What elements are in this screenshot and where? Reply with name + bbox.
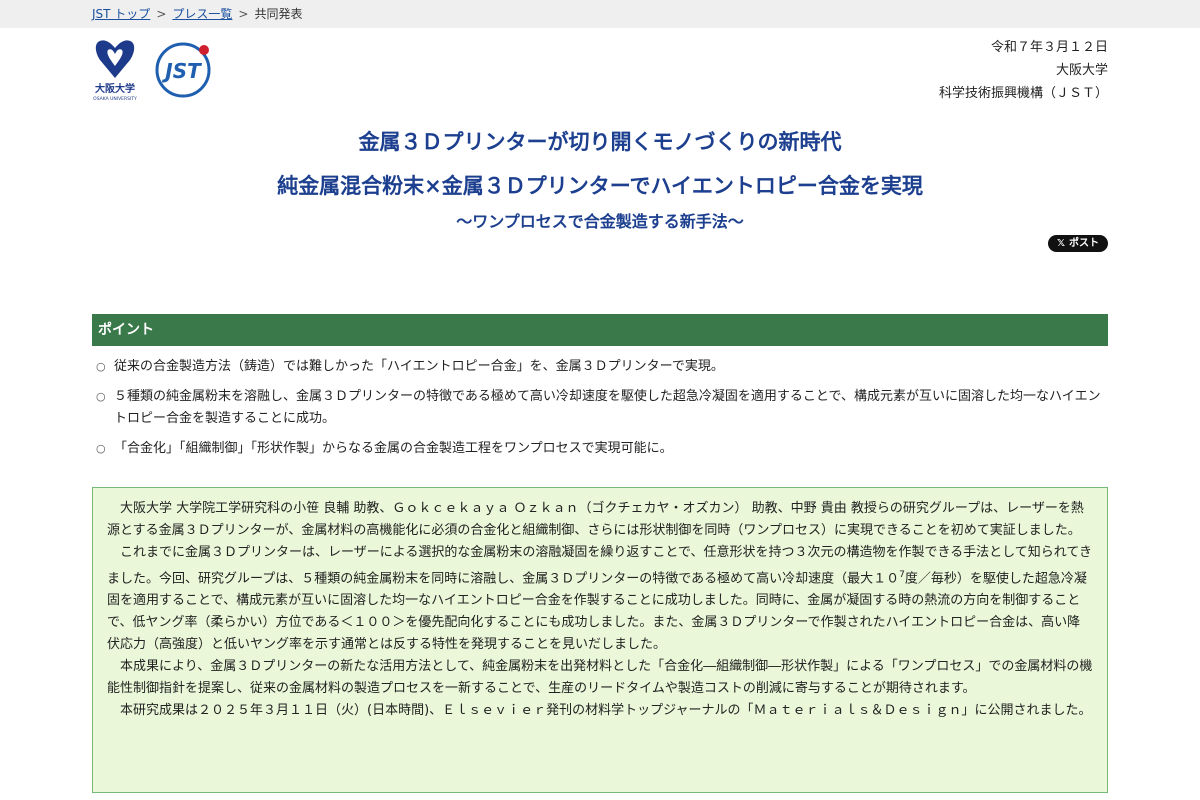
breadcrumb-current: 共同発表 [254, 7, 303, 21]
summary-paragraph: 本研究成果は２０２５年３月１１日（火）(日本時間)、Ｅｌｓｅｖｉｅｒ発刊の材料学… [120, 703, 1092, 719]
list-item: ○ 従来の合金製造方法（鋳造）では難しかった「ハイエントロピー合金」を、金属３Ｄプ… [92, 356, 1108, 378]
x-post-label: ポスト [1069, 238, 1099, 249]
svg-text:JST: JST [161, 59, 202, 83]
summary-box: 大阪大学 大学院工学研究科の小笹 良輔 助教、Ｇｏｋｃｅｋａｙａ Ｏｚｋａｎ（ゴ… [92, 487, 1108, 793]
breadcrumb: JST トップ > プレス一覧 > 共同発表 [92, 5, 302, 22]
list-item: ○ 「合金化」「組織制御」「形状作製」からなる金属の合金製造工程をワンプロセスで実… [92, 438, 1108, 460]
circle-bullet-icon: ○ [96, 442, 106, 455]
x-logo-icon: 𝕏 [1056, 238, 1065, 249]
circle-bullet-icon: ○ [96, 360, 106, 373]
summary-paragraph: 本成果により、金属３Ｄプリンターの新たな活用方法として、純金属粉末を出発材料とし… [107, 659, 1093, 697]
page-subtitle: ～ワンプロセスで合金製造する新手法～ [456, 212, 744, 231]
point-text: ５種類の純金属粉末を溶融し、金属３Ｄプリンターの特徴である極めて高い冷却速度を駆… [114, 389, 1101, 426]
breadcrumb-press-list-link[interactable]: プレス一覧 [172, 7, 232, 21]
point-text: 「合金化」「組織制御」「形状作製」からなる金属の合金製造工程をワンプロセスで実現… [114, 441, 673, 456]
osaka-university-logo: 大阪大学 OSAKA UNIVERSITY [90, 36, 140, 102]
breadcrumb-separator: > [156, 7, 167, 21]
points-heading: ポイント [92, 314, 1108, 346]
point-text: 従来の合金製造方法（鋳造）では難しかった「ハイエントロピー合金」を、金属３Ｄプリ… [114, 359, 724, 374]
x-post-button[interactable]: 𝕏 ポスト [1047, 235, 1108, 252]
svg-text:OSAKA UNIVERSITY: OSAKA UNIVERSITY [93, 96, 137, 102]
release-date: 令和７年３月１２日 [990, 40, 1108, 55]
page-title-line1: 金属３Ｄプリンターが切り開くモノづくりの新時代 [358, 130, 842, 154]
circle-bullet-icon: ○ [96, 390, 106, 403]
list-item: ○ ５種類の純金属粉末を溶融し、金属３Ｄプリンターの特徴である極めて高い冷却速度を… [92, 386, 1108, 430]
breadcrumb-home-link[interactable]: JST トップ [92, 7, 150, 21]
release-org-osaka: 大阪大学 [1055, 63, 1108, 78]
page-title-line2: 純金属混合粉末×金属３Ｄプリンターでハイエントロピー合金を実現 [277, 174, 923, 198]
points-list: ○ 従来の合金製造方法（鋳造）では難しかった「ハイエントロピー合金」を、金属３Ｄプ… [92, 356, 1108, 468]
jst-logo: JST [150, 40, 216, 98]
summary-paragraph: 大阪大学 大学院工学研究科の小笹 良輔 助教、Ｇｏｋｃｅｋａｙａ Ｏｚｋａｎ（ゴ… [107, 501, 1084, 538]
summary-paragraph: これまでに金属３Ｄプリンターは、レーザーによる選択的な金属粉末の溶融凝固を繰り返… [107, 542, 1093, 656]
svg-text:大阪大学: 大阪大学 [95, 82, 135, 95]
breadcrumb-bar: JST トップ > プレス一覧 > 共同発表 [0, 0, 1200, 28]
release-org-jst: 科学技術振興機構（ＪＳＴ） [938, 86, 1108, 101]
release-meta: 令和７年３月１２日 大阪大学 科学技術振興機構（ＪＳＴ） [939, 36, 1108, 105]
breadcrumb-separator: > [238, 7, 249, 21]
